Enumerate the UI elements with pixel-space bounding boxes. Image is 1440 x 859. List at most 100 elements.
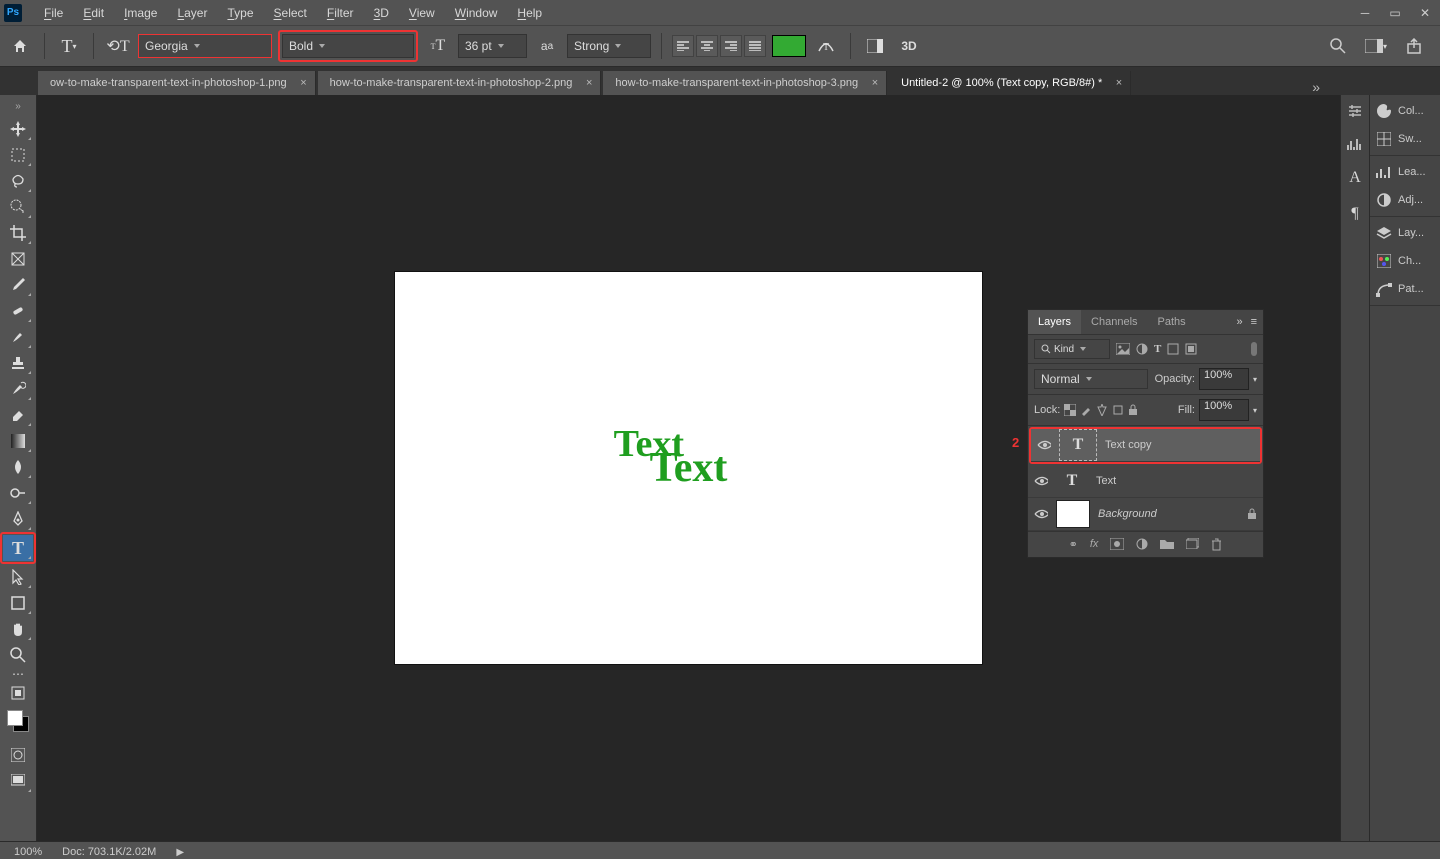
dock-lay[interactable]: Lay... xyxy=(1370,219,1440,247)
new-layer-icon[interactable] xyxy=(1186,538,1199,551)
eraser-tool[interactable] xyxy=(3,402,33,428)
menu-view[interactable]: View xyxy=(399,6,445,20)
menu-window[interactable]: Window xyxy=(445,6,508,20)
history-brush-tool[interactable] xyxy=(3,376,33,402)
layer-item[interactable]: TText copy xyxy=(1031,429,1260,462)
align-left-button[interactable] xyxy=(672,35,694,57)
zoom-tool[interactable] xyxy=(3,642,33,668)
link-layers-icon[interactable]: ⚭ xyxy=(1069,538,1078,551)
quick-select-tool[interactable] xyxy=(3,194,33,220)
antialias-dropdown[interactable]: Strong xyxy=(567,34,651,58)
visibility-icon[interactable] xyxy=(1034,475,1048,487)
panel-tab-paths[interactable]: Paths xyxy=(1148,310,1196,334)
path-select-tool[interactable] xyxy=(3,564,33,590)
panels-toggle-icon[interactable] xyxy=(861,32,889,60)
opacity-input[interactable]: 100% xyxy=(1199,368,1249,390)
histogram-strip-icon[interactable] xyxy=(1347,137,1363,151)
stamp-tool[interactable] xyxy=(3,350,33,376)
lasso-tool[interactable] xyxy=(3,168,33,194)
font-style-dropdown[interactable]: Bold xyxy=(282,34,414,58)
screen-mode-icon[interactable] xyxy=(3,768,33,794)
layer-group-icon[interactable] xyxy=(1160,538,1174,551)
close-icon[interactable]: × xyxy=(586,77,592,89)
lock-position-icon[interactable] xyxy=(1096,404,1108,416)
menu-help[interactable]: Help xyxy=(507,6,552,20)
dock-adj[interactable]: Adj... xyxy=(1370,186,1440,214)
character-strip-icon[interactable]: A xyxy=(1349,169,1361,187)
dodge-tool[interactable] xyxy=(3,480,33,506)
menu-file[interactable]: File xyxy=(34,6,73,20)
lock-all-icon[interactable] xyxy=(1128,404,1138,416)
panel-tab-layers[interactable]: Layers xyxy=(1028,310,1081,334)
share-icon[interactable] xyxy=(1400,32,1428,60)
filter-image-icon[interactable] xyxy=(1116,343,1130,355)
dock-col[interactable]: Col... xyxy=(1370,97,1440,125)
healing-tool[interactable] xyxy=(3,298,33,324)
lock-paint-icon[interactable] xyxy=(1080,404,1092,416)
filter-shape-icon[interactable] xyxy=(1167,343,1179,355)
tool-overflow-icon[interactable]: ⋯ xyxy=(3,668,33,680)
zoom-level[interactable]: 100% xyxy=(14,846,42,858)
delete-layer-icon[interactable] xyxy=(1211,538,1222,551)
dock-ch[interactable]: Ch... xyxy=(1370,247,1440,275)
menu-edit[interactable]: Edit xyxy=(73,6,114,20)
document-tab[interactable]: how-to-make-transparent-text-in-photosho… xyxy=(318,71,602,95)
maximize-button[interactable]: ▭ xyxy=(1380,0,1410,25)
close-icon[interactable]: × xyxy=(872,77,878,89)
tabs-overflow-icon[interactable]: » xyxy=(1298,79,1334,95)
align-right-button[interactable] xyxy=(720,35,742,57)
filter-smart-icon[interactable] xyxy=(1185,343,1197,355)
dock-lea[interactable]: Lea... xyxy=(1370,158,1440,186)
search-icon[interactable] xyxy=(1324,32,1352,60)
menu-filter[interactable]: Filter xyxy=(317,6,364,20)
properties-strip-icon[interactable] xyxy=(1347,103,1363,119)
pen-tool[interactable] xyxy=(3,506,33,532)
font-family-dropdown[interactable]: Georgia xyxy=(138,34,272,58)
menu-3d[interactable]: 3D xyxy=(364,6,399,20)
gradient-tool[interactable] xyxy=(3,428,33,454)
menu-type[interactable]: Type xyxy=(217,6,263,20)
visibility-icon[interactable] xyxy=(1037,439,1051,451)
close-icon[interactable]: × xyxy=(300,77,306,89)
panel-menu-icon[interactable]: ≡ xyxy=(1251,316,1257,328)
edit-toolbar-icon[interactable] xyxy=(3,680,33,706)
eyedropper-tool[interactable] xyxy=(3,272,33,298)
layer-mask-icon[interactable] xyxy=(1110,538,1124,551)
shape-tool[interactable] xyxy=(3,590,33,616)
blur-tool[interactable] xyxy=(3,454,33,480)
warp-text-icon[interactable]: T xyxy=(812,32,840,60)
visibility-icon[interactable] xyxy=(1034,508,1048,520)
home-icon[interactable] xyxy=(6,32,34,60)
marquee-tool[interactable] xyxy=(3,142,33,168)
workspace-icon[interactable]: ▾ xyxy=(1362,32,1390,60)
font-size-dropdown[interactable]: 36 pt xyxy=(458,34,527,58)
menu-layer[interactable]: Layer xyxy=(167,6,217,20)
fill-input[interactable]: 100% xyxy=(1199,399,1249,421)
toolbar-collapse-icon[interactable]: » xyxy=(15,101,21,112)
text-color-swatch[interactable] xyxy=(772,35,806,57)
frame-tool[interactable] xyxy=(3,246,33,272)
document-canvas[interactable]: Text Text xyxy=(395,272,982,664)
align-center-button[interactable] xyxy=(696,35,718,57)
layer-item[interactable]: Background xyxy=(1028,498,1263,531)
dock-sw[interactable]: Sw... xyxy=(1370,125,1440,153)
type-tool[interactable]: T xyxy=(3,535,33,561)
move-tool[interactable] xyxy=(3,116,33,142)
dock-pat[interactable]: Pat... xyxy=(1370,275,1440,303)
text-tool-icon[interactable]: T▾ xyxy=(55,32,83,60)
blend-mode-dropdown[interactable]: Normal xyxy=(1034,369,1148,389)
document-tab[interactable]: how-to-make-transparent-text-in-photosho… xyxy=(603,71,887,95)
filter-toggle[interactable] xyxy=(1251,342,1257,356)
filter-type-icon[interactable]: T xyxy=(1154,343,1161,355)
layer-fx-icon[interactable]: fx xyxy=(1090,538,1099,551)
document-tab[interactable]: ow-to-make-transparent-text-in-photoshop… xyxy=(38,71,316,95)
align-justify-button[interactable] xyxy=(744,35,766,57)
filter-adjust-icon[interactable] xyxy=(1136,343,1148,355)
minimize-button[interactable]: ─ xyxy=(1350,0,1380,25)
color-swatches[interactable] xyxy=(7,710,29,732)
status-more-icon[interactable]: ▶ xyxy=(176,847,184,858)
panel-tab-channels[interactable]: Channels xyxy=(1081,310,1147,334)
brush-tool[interactable] xyxy=(3,324,33,350)
canvas-area[interactable]: Text Text LayersChannelsPaths » ≡ Kind xyxy=(37,95,1340,841)
menu-image[interactable]: Image xyxy=(114,6,167,20)
